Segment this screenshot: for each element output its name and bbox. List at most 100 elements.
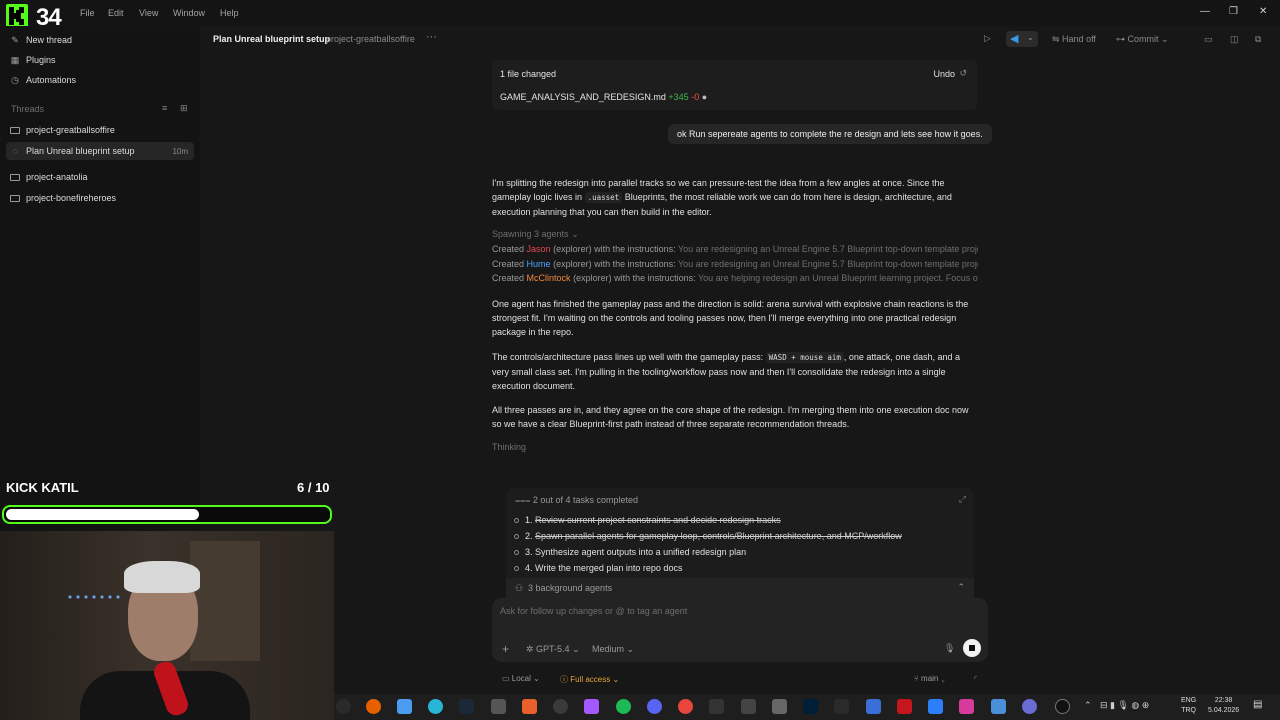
app-icon[interactable] xyxy=(897,699,912,714)
sidebar-item-label: Automations xyxy=(26,75,77,85)
app-grid-icon[interactable] xyxy=(397,699,412,714)
thread-header: Plan Unreal blueprint setup project-grea… xyxy=(200,26,1280,52)
split-icon[interactable]: ◫ xyxy=(1230,34,1239,45)
branch-select[interactable]: ⑂ main ⌄ xyxy=(914,674,945,683)
menu-edit[interactable]: Edit xyxy=(108,8,124,18)
keyboard-layout: TRQ xyxy=(1181,707,1196,714)
sidebar-item-label: Plugins xyxy=(26,55,56,65)
new-folder-icon[interactable]: ⊞ xyxy=(180,103,188,114)
menu-window[interactable]: Window xyxy=(173,8,205,18)
agent-name[interactable]: Hume xyxy=(527,259,551,269)
lines-removed: -0 xyxy=(691,92,700,102)
task-summary-label: 2 out of 4 tasks completed xyxy=(532,495,638,505)
spawning-agents-toggle[interactable]: Spawning 3 agents ⌄ xyxy=(492,229,579,240)
epic-games-icon[interactable] xyxy=(834,699,849,714)
threads-heading: Threads xyxy=(11,104,45,114)
panel-icon[interactable]: ▭ xyxy=(1204,34,1213,45)
menu-help[interactable]: Help xyxy=(220,8,239,18)
agent-name[interactable]: McClintock xyxy=(527,273,571,283)
undo-button[interactable]: Undo xyxy=(933,69,955,79)
balloon-app-icon[interactable] xyxy=(428,699,443,714)
claude-icon[interactable] xyxy=(522,699,537,714)
changed-file-row[interactable]: GAME_ANALYSIS_AND_REDESIGN.md +345 -0 ● xyxy=(500,92,707,102)
agent-name[interactable]: Jason xyxy=(527,244,551,254)
maximize-icon[interactable]: ❐ xyxy=(1229,6,1238,17)
local-select[interactable]: ▭ Local ⌄ xyxy=(502,674,540,683)
obs-icon[interactable] xyxy=(553,699,568,714)
app-icon[interactable] xyxy=(928,699,943,714)
chevron-up-icon[interactable]: ⌃ xyxy=(957,582,965,593)
tray-icons[interactable]: ⊟ ▮ 🎙︎ ◍ ⊕ xyxy=(1100,700,1149,711)
photoshop-icon[interactable] xyxy=(803,699,818,714)
app-icon[interactable] xyxy=(772,699,787,714)
notes-icon[interactable] xyxy=(741,699,756,714)
agent-prefix: Created xyxy=(492,273,525,283)
agent-instructions: You are redesigning an Unreal Engine 5.7… xyxy=(677,244,978,254)
chevron-down-icon: ⌄ xyxy=(1027,33,1034,42)
effort-select[interactable]: Medium ⌄ xyxy=(592,644,634,655)
unreal-engine-icon[interactable] xyxy=(1055,699,1070,714)
menu-file[interactable]: File xyxy=(80,8,95,18)
agent-instructions: You are redesigning an Unreal Engine 5.7… xyxy=(677,259,978,269)
add-icon[interactable]: + xyxy=(502,642,509,656)
language-code: ENG xyxy=(1181,697,1197,704)
firefox-icon[interactable] xyxy=(366,699,381,714)
expand-icon[interactable]: ⤢ xyxy=(959,494,966,505)
assistant-paragraph: I'm splitting the redesign into parallel… xyxy=(492,176,978,219)
background-agents-row[interactable]: ⚇ 3 background agents ⌃ xyxy=(506,578,974,598)
clock-app-icon[interactable] xyxy=(336,699,351,714)
play-icon[interactable]: ▷ xyxy=(984,33,991,44)
lines-added: +345 xyxy=(668,92,689,102)
thread-project-anatolia[interactable]: project-anatolia xyxy=(10,168,194,186)
figma-icon[interactable] xyxy=(584,699,599,714)
chevron-down-icon: ⌄ xyxy=(571,229,579,239)
sidebar-item-automations[interactable]: ◷ Automations xyxy=(10,71,194,89)
commit-button[interactable]: ⊶ Commit ⌄ xyxy=(1116,34,1169,45)
webcam-person-hair xyxy=(124,561,200,593)
steam-icon[interactable] xyxy=(459,699,474,714)
composer-input[interactable] xyxy=(500,606,960,616)
app-icon[interactable] xyxy=(866,699,881,714)
task-item: 4. Write the merged plan into repo docs xyxy=(514,563,682,573)
task-number: 1. xyxy=(525,515,533,525)
thread-project-bonefireheroes[interactable]: project-bonefireheroes xyxy=(10,189,194,207)
app-icon[interactable] xyxy=(991,699,1006,714)
model-select[interactable]: ✲ GPT-5.4 ⌄ xyxy=(526,644,580,655)
changed-file-name: GAME_ANALYSIS_AND_REDESIGN.md xyxy=(500,92,666,102)
tray-chevron-icon[interactable]: ⌃ xyxy=(1084,700,1092,711)
chrome-icon[interactable] xyxy=(678,699,693,714)
clock[interactable]: 22:38 5.04.2026 xyxy=(1208,696,1239,716)
discord-icon[interactable] xyxy=(647,699,662,714)
assistant-paragraph: All three passes are in, and they agree … xyxy=(492,405,969,429)
microphone-icon[interactable]: 🎙︎ xyxy=(944,643,955,654)
agent-created-line: Created Hume (explorer) with the instruc… xyxy=(492,259,978,269)
more-options-icon[interactable]: ··· xyxy=(426,31,437,43)
handoff-button[interactable]: ⇋ Hand off xyxy=(1052,34,1096,45)
thread-project-greatballsoffire[interactable]: project-greatballsoffire xyxy=(10,121,194,139)
spotify-icon[interactable] xyxy=(616,699,631,714)
notifications-icon[interactable]: ▤ xyxy=(1253,699,1262,710)
access-label: Full access xyxy=(570,675,611,684)
stop-button[interactable] xyxy=(963,639,981,657)
sidebar-item-plugins[interactable]: ▦ Plugins xyxy=(10,51,194,69)
task-text: Synthesize agent outputs into a unified … xyxy=(535,547,747,557)
sidebar-item-new-thread[interactable]: ✎ New thread xyxy=(10,31,194,49)
close-icon[interactable]: ✕ xyxy=(1259,6,1267,17)
language-indicator[interactable]: ENG TRQ xyxy=(1181,696,1196,716)
popout-icon[interactable]: ⧉ xyxy=(1255,34,1261,45)
vscode-open-button[interactable]: ◀ ⌄ xyxy=(1006,31,1038,47)
agents-icon: ⚇ xyxy=(515,583,524,593)
files-changed-summary: 1 file changed xyxy=(500,69,557,79)
thread-plan-unreal-blueprint-setup[interactable]: ◌ Plan Unreal blueprint setup 10m xyxy=(6,142,194,160)
codex-app-icon[interactable] xyxy=(1022,699,1037,714)
menu-view[interactable]: View xyxy=(139,8,158,18)
app-icon[interactable] xyxy=(959,699,974,714)
terminal-icon[interactable] xyxy=(709,699,724,714)
filter-icon[interactable]: ≡ xyxy=(162,103,167,113)
webcam-feed xyxy=(0,531,334,720)
agent-created-line: Created Jason (explorer) with the instru… xyxy=(492,244,978,254)
access-select[interactable]: ⓘ Full access ⌄ xyxy=(560,674,619,685)
minimize-icon[interactable]: — xyxy=(1200,6,1210,17)
thread-project[interactable]: project-greatballsoffire xyxy=(326,34,415,44)
hex-app-icon[interactable] xyxy=(491,699,506,714)
